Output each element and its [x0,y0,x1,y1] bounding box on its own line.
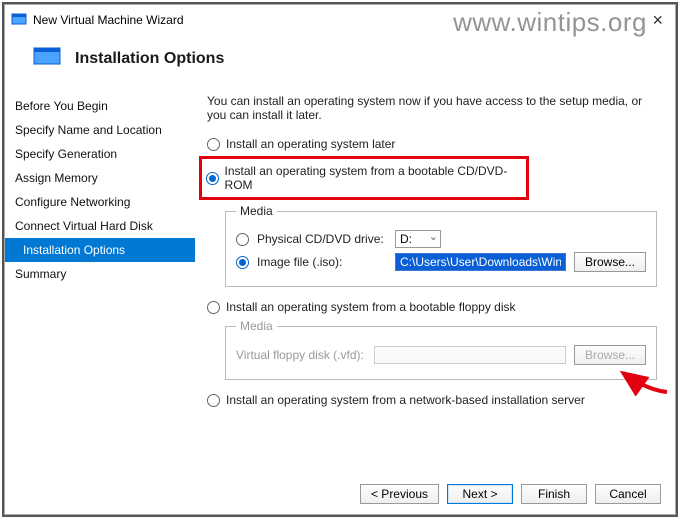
next-button[interactable]: Next > [447,484,513,504]
option-label: Install an operating system from a boota… [226,300,516,314]
sidebar-item-install-options[interactable]: Installation Options [5,238,195,262]
browse-button-iso[interactable]: Browse... [574,252,646,272]
wizard-sidebar: Before You Begin Specify Name and Locati… [5,94,195,474]
sidebar-item-memory[interactable]: Assign Memory [5,166,195,190]
wizard-main: You can install an operating system now … [195,94,675,474]
radio-icon [236,256,249,269]
header-icon [33,45,61,72]
image-file-label: Image file (.iso): [257,255,387,269]
option-install-floppy[interactable]: Install an operating system from a boota… [207,297,657,317]
vfd-label: Virtual floppy disk (.vfd): [236,348,366,362]
finish-button[interactable]: Finish [521,484,587,504]
wizard-window: New Virtual Machine Wizard × www.wintips… [4,4,676,515]
physical-drive-label: Physical CD/DVD drive: [257,232,387,246]
radio-icon [236,233,249,246]
radio-icon [207,301,220,314]
titlebar: New Virtual Machine Wizard × [5,5,675,35]
physical-drive-select[interactable]: D: [395,230,441,248]
wizard-footer: < Previous Next > Finish Cancel [360,484,661,504]
browse-button-vfd: Browse... [574,345,646,365]
option-label: Install an operating system later [226,137,395,151]
highlight-box: Install an operating system from a boota… [199,156,529,200]
wizard-header: Installation Options [5,35,675,94]
image-file-input[interactable] [395,253,566,271]
option-label: Install an operating system from a boota… [225,164,522,192]
media-group-cd: Media Physical CD/DVD drive: D: Image fi… [225,204,657,287]
close-button[interactable]: × [646,10,669,31]
image-file-option[interactable]: Image file (.iso): Browse... [236,252,646,272]
media-legend: Media [236,319,277,333]
media-legend: Media [236,204,277,218]
previous-button[interactable]: < Previous [360,484,439,504]
physical-drive-option[interactable]: Physical CD/DVD drive: D: [236,230,646,248]
cancel-button[interactable]: Cancel [595,484,661,504]
media-group-floppy: Media Virtual floppy disk (.vfd): Browse… [225,319,657,380]
sidebar-item-summary[interactable]: Summary [5,262,195,286]
intro-text: You can install an operating system now … [207,94,657,122]
option-install-cd[interactable]: Install an operating system from a boota… [206,161,522,195]
vfd-input [374,346,566,364]
option-install-later[interactable]: Install an operating system later [207,134,657,154]
window-title: New Virtual Machine Wizard [33,13,184,27]
option-install-network[interactable]: Install an operating system from a netwo… [207,390,657,410]
radio-icon [207,138,220,151]
sidebar-item-name-location[interactable]: Specify Name and Location [5,118,195,142]
sidebar-item-networking[interactable]: Configure Networking [5,190,195,214]
sidebar-item-before-begin[interactable]: Before You Begin [5,94,195,118]
radio-icon [206,172,219,185]
option-label: Install an operating system from a netwo… [226,393,585,407]
sidebar-item-generation[interactable]: Specify Generation [5,142,195,166]
wizard-icon [11,11,33,30]
radio-icon [207,394,220,407]
page-title: Installation Options [75,50,224,68]
sidebar-item-hard-disk[interactable]: Connect Virtual Hard Disk [5,214,195,238]
